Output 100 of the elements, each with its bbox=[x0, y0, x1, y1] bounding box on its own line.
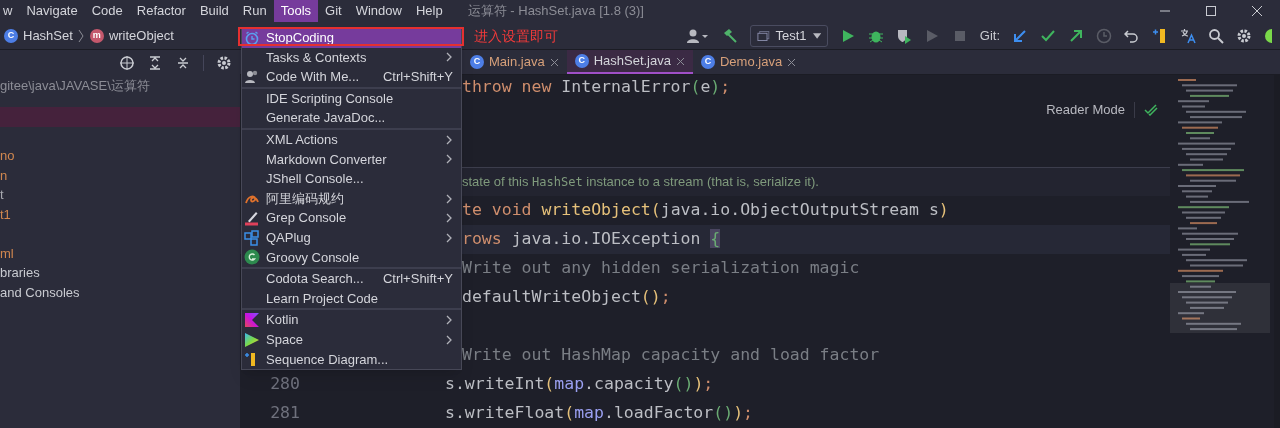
groovy-icon bbox=[244, 249, 260, 266]
expand-all-icon[interactable] bbox=[147, 54, 163, 71]
code-line: Write out any hidden serialization magic bbox=[462, 257, 860, 280]
arrow-icon[interactable] bbox=[1068, 27, 1084, 44]
space-icon bbox=[244, 331, 260, 348]
menu-item[interactable]: Build bbox=[192, 0, 236, 22]
blocks-icon bbox=[244, 229, 260, 246]
shortcut-label: Ctrl+Shift+Y bbox=[382, 270, 453, 289]
breadcrumb[interactable]: writeObject bbox=[108, 25, 174, 46]
settings-icon[interactable] bbox=[216, 54, 232, 71]
menu-entry[interactable]: Sequence Diagram... bbox=[242, 349, 461, 370]
menu-entry[interactable]: Generate JavaDoc... bbox=[242, 108, 461, 128]
translate-icon[interactable] bbox=[1180, 27, 1196, 44]
menu-item[interactable]: Navigate bbox=[19, 0, 85, 22]
line-number: 281 bbox=[270, 403, 300, 423]
tree-row[interactable]: and Consoles bbox=[0, 282, 240, 302]
code-line: defaultWriteObject(); bbox=[462, 286, 671, 309]
code-line: s.writeFloat(map.loadFactor()); bbox=[445, 402, 753, 425]
close-icon[interactable] bbox=[675, 56, 685, 66]
menu-entry[interactable]: Learn Project Code bbox=[242, 288, 461, 309]
method-icon: m bbox=[89, 28, 104, 43]
alarm-clock-icon bbox=[244, 29, 260, 46]
git-label: Git: bbox=[979, 26, 1000, 45]
menu-item[interactable]: Window bbox=[348, 0, 409, 22]
editor-tab[interactable]: C Main.java bbox=[462, 50, 567, 74]
arrow-icon[interactable] bbox=[1012, 27, 1028, 44]
menu-item[interactable]: Help bbox=[408, 0, 450, 22]
menu-entry[interactable]: 阿里编码规约 bbox=[242, 188, 461, 209]
menu-entry[interactable]: Space bbox=[242, 329, 461, 350]
menu-item[interactable]: Tools bbox=[273, 0, 319, 22]
tree-row[interactable]: t1 bbox=[0, 204, 240, 224]
menu-entry-label: IDE Scripting Console bbox=[266, 89, 394, 108]
tree-row[interactable]: t bbox=[0, 185, 240, 205]
breadcrumb[interactable]: HashSet bbox=[23, 25, 73, 46]
tree-row[interactable]: braries bbox=[0, 263, 240, 283]
logo-icon[interactable] bbox=[1264, 27, 1272, 44]
menu-entry[interactable]: Markdown Converter bbox=[242, 149, 461, 170]
menu-item[interactable]: Git bbox=[318, 0, 349, 22]
class-icon: C bbox=[700, 55, 715, 69]
undo-icon[interactable] bbox=[1124, 27, 1140, 44]
menu-item[interactable]: Code bbox=[84, 0, 130, 22]
close-icon[interactable] bbox=[787, 57, 797, 67]
menu-item[interactable]: Refactor bbox=[129, 0, 193, 22]
menu-entry[interactable]: JShell Console... bbox=[242, 169, 461, 189]
code-line: throw new InternalError(e); bbox=[462, 76, 731, 98]
class-icon: C bbox=[470, 55, 484, 69]
menu-entry[interactable]: Kotlin bbox=[242, 310, 461, 330]
tree-row[interactable]: no bbox=[0, 146, 240, 166]
menu-entry-label: XML Actions bbox=[266, 131, 338, 149]
windows-icon bbox=[756, 29, 770, 42]
caret-icon bbox=[812, 32, 821, 39]
kotlin-icon bbox=[244, 312, 260, 329]
settings-icon[interactable] bbox=[1236, 27, 1252, 44]
menu-entry-label: Code With Me... bbox=[266, 68, 360, 87]
breadcrumb-separator-icon bbox=[77, 28, 84, 43]
menu-entry-label: Codota Search... bbox=[266, 270, 364, 289]
menu-entry-label: Learn Project Code bbox=[266, 289, 378, 308]
crosshair-icon[interactable] bbox=[119, 54, 135, 71]
search-icon[interactable] bbox=[1208, 27, 1224, 44]
menu-entry-label: Markdown Converter bbox=[266, 150, 387, 169]
menu-entry[interactable]: Codota Search... Ctrl+Shift+Y bbox=[242, 269, 461, 289]
shield-icon[interactable] bbox=[895, 27, 912, 44]
user-icon[interactable] bbox=[685, 27, 710, 44]
annotation-text: 进入设置即可 bbox=[474, 27, 558, 46]
run-configuration-dropdown[interactable]: Test1 bbox=[749, 24, 828, 47]
class-icon: C bbox=[4, 28, 18, 43]
tab-label: Demo.java bbox=[719, 53, 783, 72]
code-line: s.writeInt(map.capacity()); bbox=[445, 373, 714, 396]
menu-entry[interactable]: Tasks & Contexts bbox=[242, 47, 461, 68]
code-line: Write out HashMap capacity and load factor bbox=[462, 344, 880, 367]
tree-row[interactable]: n bbox=[0, 165, 240, 185]
code-line: te void writeObject(java.io.ObjectOutputStream s) bbox=[462, 199, 949, 222]
menu-entry-label: 阿里编码规约 bbox=[266, 189, 344, 208]
menu-entry-label: Generate JavaDoc... bbox=[266, 109, 386, 128]
line-number: 280 bbox=[270, 374, 300, 394]
menu-entry-label: Tasks & Contexts bbox=[266, 48, 367, 67]
menu-entry[interactable]: XML Actions bbox=[242, 129, 461, 150]
doc-comment: state of this HashSet instance to a stream (that is, serialize it). bbox=[462, 173, 819, 192]
tree-row[interactable]: ml bbox=[0, 243, 240, 263]
menu-item[interactable]: w bbox=[0, 0, 20, 22]
editor-tab[interactable]: C HashSet.java bbox=[566, 50, 693, 74]
menu-entry[interactable]: Grep Console bbox=[242, 208, 461, 228]
tab-label: Main.java bbox=[489, 53, 545, 72]
menu-entry[interactable]: Groovy Console bbox=[242, 247, 461, 268]
menu-item[interactable]: Run bbox=[235, 0, 274, 22]
menu-entry[interactable]: IDE Scripting Console bbox=[242, 88, 461, 109]
project-path: gitee\java\JAVASE\运算符 bbox=[0, 77, 151, 95]
window-title: 运算符 - HashSet.java [1.8 (3)] bbox=[467, 2, 644, 21]
menu-entry-label: Groovy Console bbox=[266, 248, 360, 267]
reader-mode-label[interactable]: Reader Mode bbox=[1046, 99, 1125, 120]
shortcut-label: Ctrl+Shift+Y bbox=[382, 68, 453, 87]
menu-entry[interactable]: QAPlug bbox=[242, 227, 461, 248]
editor-tab[interactable]: C Demo.java bbox=[692, 50, 805, 74]
pen-icon bbox=[244, 210, 260, 227]
menu-entry[interactable]: Code With Me... Ctrl+Shift+Y bbox=[242, 67, 461, 87]
menu-entry-label: QAPlug bbox=[266, 229, 311, 247]
bar-icon[interactable] bbox=[1152, 27, 1168, 44]
menu-entry-label: Sequence Diagram... bbox=[266, 350, 389, 369]
close-icon[interactable] bbox=[549, 57, 559, 67]
class-icon: C bbox=[574, 54, 589, 68]
